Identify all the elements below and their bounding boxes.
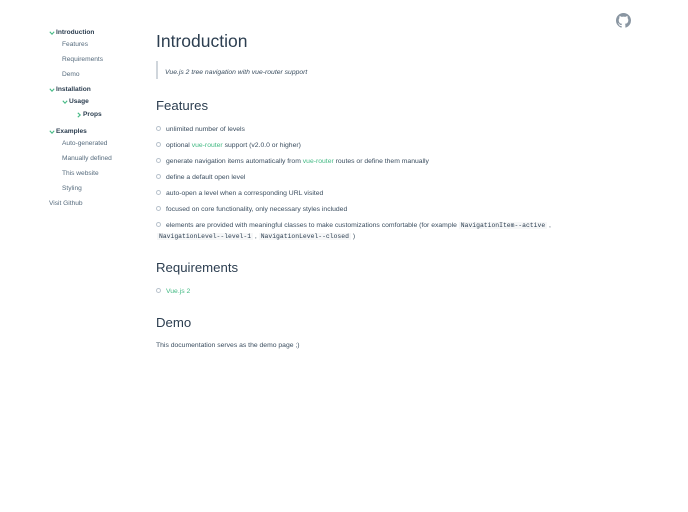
chevron-down-icon xyxy=(49,29,55,37)
bullet xyxy=(156,189,161,195)
blockquote-text: Vue.js 2 tree navigation with vue-router… xyxy=(165,69,308,76)
list-item-text: routes or define them manually xyxy=(333,158,429,165)
page-title: Introduction xyxy=(156,31,248,51)
vuejs-link[interactable]: Vue.js 2 xyxy=(166,288,190,295)
sidebar-item-features[interactable]: Features xyxy=(62,41,88,49)
list-item-text: , xyxy=(547,222,551,229)
sidebar-item-label: Features xyxy=(62,41,89,48)
sidebar-item-styling[interactable]: Styling xyxy=(62,185,82,193)
list-item-text: define a default open level xyxy=(166,174,246,181)
list-item-text: unlimited number of levels xyxy=(166,126,245,133)
intro-blockquote: Vue.js 2 tree navigation with vue-router… xyxy=(156,61,356,79)
list-item: unlimited number of levels xyxy=(156,125,245,135)
sidebar-item-auto-generated[interactable]: Auto-generated xyxy=(62,140,107,148)
list-item: focused on core functionality, only nece… xyxy=(156,205,347,215)
bullet xyxy=(156,205,161,211)
sidebar-item-requirements[interactable]: Requirements xyxy=(62,56,103,64)
sidebar-item-props[interactable]: Props xyxy=(76,111,102,119)
chevron-down-icon xyxy=(49,86,55,94)
demo-heading: Demo xyxy=(156,315,192,330)
list-item-continued: NavigationLevel--level-1 , NavigationLev… xyxy=(157,232,355,242)
list-item-text: ) xyxy=(350,233,356,240)
sidebar-item-label: Introduction xyxy=(56,29,95,36)
sidebar-item-installation[interactable]: Installation xyxy=(49,86,91,94)
list-item: Vue.js 2 xyxy=(156,287,190,297)
chevron-right-icon xyxy=(76,111,82,119)
sidebar-item-label: Requirements xyxy=(62,56,104,63)
bullet xyxy=(156,173,161,179)
sidebar-item-label: Manually defined xyxy=(62,155,112,162)
code-snippet: NavigationLevel--level-1 xyxy=(157,233,254,240)
code-snippet: NavigationLevel--closed xyxy=(258,233,351,240)
sidebar-item-demo[interactable]: Demo xyxy=(62,71,80,79)
list-item: optional vue-router support (v2.0.0 or h… xyxy=(156,141,301,151)
requirements-heading: Requirements xyxy=(156,260,239,275)
bullet xyxy=(156,141,161,147)
vue-router-link[interactable]: vue-router xyxy=(303,158,334,165)
list-item-text: elements are provided with meaningful cl… xyxy=(166,222,459,229)
list-item-text: support (v2.0.0 or higher) xyxy=(222,142,301,149)
sidebar-item-label: Props xyxy=(83,111,102,118)
sidebar-item-label: Installation xyxy=(56,86,91,93)
list-item-text: , xyxy=(253,233,259,240)
list-item: elements are provided with meaningful cl… xyxy=(156,221,551,231)
sidebar-item-label: Styling xyxy=(62,185,82,192)
list-item: auto-open a level when a corresponding U… xyxy=(156,189,323,199)
sidebar-item-label: Examples xyxy=(56,128,87,135)
bullet xyxy=(156,221,161,227)
vue-router-link[interactable]: vue-router xyxy=(192,142,223,149)
list-item-text: generate navigation items automatically … xyxy=(166,158,303,165)
list-item-text: auto-open a level when a corresponding U… xyxy=(166,190,324,197)
list-item-text: optional xyxy=(166,142,192,149)
list-item: define a default open level xyxy=(156,173,245,183)
sidebar-item-usage[interactable]: Usage xyxy=(62,98,89,106)
sidebar-item-introduction[interactable]: Introduction xyxy=(49,29,94,37)
chevron-down-icon xyxy=(49,128,55,136)
features-heading: Features xyxy=(156,98,209,113)
code-snippet: NavigationItem--active xyxy=(458,222,548,229)
demo-paragraph: This documentation serves as the demo pa… xyxy=(156,342,300,349)
list-item: generate navigation items automatically … xyxy=(156,157,429,167)
bullet xyxy=(156,157,161,163)
sidebar-item-label: Demo xyxy=(62,71,80,78)
sidebar-item-examples[interactable]: Examples xyxy=(49,128,87,136)
bullet xyxy=(156,287,161,293)
chevron-down-icon xyxy=(62,98,68,106)
sidebar-item-this-website[interactable]: This website xyxy=(62,170,99,178)
sidebar-item-label: This website xyxy=(62,170,99,177)
list-item-text: focused on core functionality, only nece… xyxy=(166,206,348,213)
sidebar-item-manually-defined[interactable]: Manually defined xyxy=(62,155,112,163)
sidebar-item-label: Visit Github xyxy=(49,200,83,207)
sidebar-nav: Introduction Features Requirements Demo … xyxy=(0,0,150,512)
sidebar-item-label: Auto-generated xyxy=(62,140,108,147)
bullet xyxy=(156,125,161,131)
github-icon[interactable] xyxy=(616,13,631,28)
sidebar-item-visit-github[interactable]: Visit Github xyxy=(49,200,83,208)
sidebar-item-label: Usage xyxy=(69,98,89,105)
